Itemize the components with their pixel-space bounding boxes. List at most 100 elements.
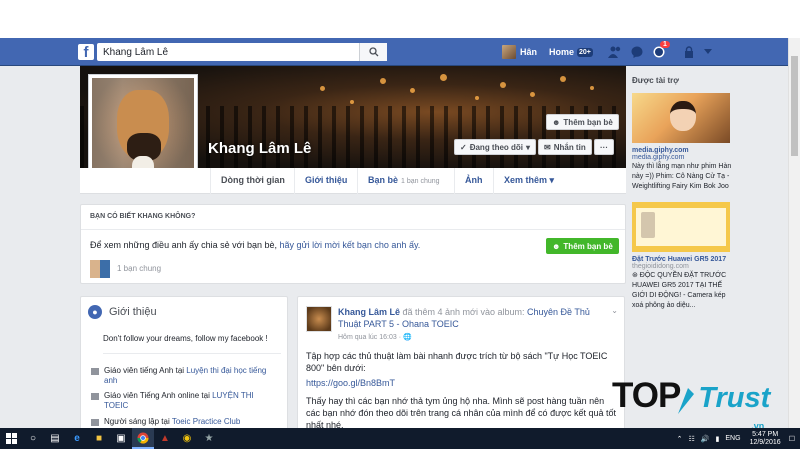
- add-friend-icon: ☻: [552, 117, 561, 127]
- arrow-logo-icon: [678, 388, 695, 414]
- volume-icon[interactable]: 🔊: [701, 435, 710, 443]
- intro-title: Giới thiệu: [109, 306, 157, 318]
- battery-icon[interactable]: ▮: [716, 435, 720, 443]
- browser-chrome: [0, 0, 800, 38]
- briefcase-icon: [91, 368, 99, 375]
- tab-about[interactable]: Giới thiệu: [294, 168, 357, 194]
- intro-work-item: Giáo viên tiếng Anh tại Luyện thi đại họ…: [91, 366, 271, 386]
- avatar: [502, 45, 516, 59]
- more-label: ···: [600, 142, 608, 152]
- nav-home-link[interactable]: Home 20+: [549, 44, 593, 60]
- page-scrollbar[interactable]: [788, 38, 800, 428]
- app-icon[interactable]: ◉: [176, 428, 198, 449]
- do-you-know-text: Để xem những điều anh ấy chia sẻ với bạn…: [90, 240, 421, 250]
- tab-timeline[interactable]: Dòng thời gian: [210, 168, 295, 194]
- more-options-button[interactable]: ···: [594, 139, 614, 155]
- search-input[interactable]: [97, 43, 359, 61]
- check-icon: ✓: [460, 142, 467, 152]
- windows-taskbar: ○ ▤ e ■ ▣ ▲ ◉ ★ ⌃ ☷ 🔊 ▮ ENG 5:47 PM 12/9…: [0, 428, 800, 449]
- intro-card: ● Giới thiệu Don't follow your dreams, f…: [80, 296, 288, 436]
- lock-icon: [685, 46, 693, 58]
- add-friend-button[interactable]: ☻ Thêm bạn bè: [546, 238, 619, 254]
- chrome-icon[interactable]: [132, 428, 154, 449]
- friend-requests-button[interactable]: [608, 44, 622, 60]
- app-icon[interactable]: ★: [198, 428, 220, 449]
- task-view-icon[interactable]: ▤: [44, 428, 66, 449]
- nav-user-name: Hân: [520, 47, 538, 57]
- briefcase-icon: [91, 393, 99, 400]
- nav-home-label: Home: [549, 47, 575, 57]
- edge-browser-icon[interactable]: e: [66, 428, 88, 449]
- post-author[interactable]: Khang Lâm Lê: [338, 307, 400, 317]
- post-body: Tập hợp các thủ thuật làm bài nhanh được…: [306, 351, 618, 430]
- intro-work-item: Giáo viên Tiếng Anh online tại LUYỆN THI…: [91, 391, 271, 411]
- nav-profile-link[interactable]: Hân: [502, 44, 537, 60]
- file-explorer-icon[interactable]: ■: [88, 428, 110, 449]
- intro-work-item: Người sáng lập tại Toeic Practice Club: [91, 417, 271, 427]
- network-icon[interactable]: ☷: [689, 435, 695, 443]
- public-globe-icon: 🌐: [402, 334, 412, 341]
- briefcase-icon: [91, 419, 99, 426]
- post-link[interactable]: https://goo.gl/Bn8BmT: [306, 377, 618, 389]
- add-friend-label: Thêm bạn bè: [563, 117, 613, 127]
- store-icon[interactable]: ▣: [110, 428, 132, 449]
- home-count-badge: 20+: [577, 47, 593, 57]
- tab-friends[interactable]: Bạn bè 1 bạn chung: [357, 168, 450, 194]
- add-friend-cover-button[interactable]: ☻ Thêm bạn bè: [546, 114, 619, 130]
- caret-down-icon: ▾: [526, 142, 531, 152]
- tab-more[interactable]: Xem thêm ▾: [493, 168, 564, 194]
- following-button[interactable]: ✓ Đang theo dõi ▾: [454, 139, 537, 155]
- search-button[interactable]: [359, 43, 387, 61]
- messages-button[interactable]: [631, 44, 643, 60]
- ad-domain[interactable]: media.giphy.com: [632, 154, 732, 161]
- messenger-icon: [631, 46, 643, 58]
- post-options-chevron-icon[interactable]: ⌄: [611, 306, 618, 315]
- account-menu-button[interactable]: [704, 44, 712, 60]
- profile-name[interactable]: Khang Lâm Lê: [208, 140, 311, 157]
- ad-description: Này thì lẵng mạn như phim Hàn này =)) Ph…: [632, 163, 732, 190]
- ad-image[interactable]: [632, 93, 730, 143]
- ad-title[interactable]: media.giphy.com: [632, 147, 732, 154]
- tray-chevron-icon[interactable]: ⌃: [677, 435, 683, 443]
- search-box: [97, 43, 387, 61]
- message-button[interactable]: ✉ Nhắn tin: [538, 139, 592, 155]
- profile-tabs: Dòng thời gian Giới thiệu Bạn bè 1 bạn ch…: [80, 168, 626, 194]
- do-you-know-card: BẠN CÓ BIẾT KHANG KHÔNG? Để xem những đi…: [80, 204, 626, 284]
- post-header: Khang Lâm Lê đã thêm 4 ảnh mới vào album…: [338, 307, 590, 329]
- search-icon: [368, 47, 378, 57]
- notifications-center-icon[interactable]: ☐: [789, 435, 795, 443]
- messenger-icon: ✉: [544, 142, 551, 152]
- privacy-shortcuts-button[interactable]: [684, 44, 694, 60]
- app-icon[interactable]: ▲: [154, 428, 176, 449]
- facebook-logo-icon[interactable]: f: [78, 44, 94, 61]
- caret-down-icon: ▾: [549, 175, 555, 185]
- toptrust-watermark: TOP Trust .vn: [612, 376, 771, 432]
- send-request-link[interactable]: hãy gửi lời mời kết bạn cho anh ấy.: [280, 240, 421, 250]
- search-icon[interactable]: ○: [22, 428, 44, 449]
- mutual-friends-count[interactable]: 1 bạn chung: [117, 264, 161, 273]
- mutual-friend-avatar[interactable]: [90, 260, 110, 278]
- ad-title[interactable]: Đặt Trước Huawei GR5 2017: [632, 256, 732, 263]
- message-label: Nhắn tin: [553, 142, 586, 152]
- caret-down-icon: [704, 49, 712, 54]
- post-timestamp[interactable]: Hôm qua lúc 16:03 · 🌐: [338, 333, 412, 341]
- windows-start-icon[interactable]: [0, 428, 22, 449]
- add-friend-icon: ☻: [552, 241, 561, 251]
- following-label: Đang theo dõi: [469, 142, 524, 152]
- ad-description: ⊛ ĐỘC QUYỀN ĐẶT TRƯỚC HUAWEI GR5 2017 TẠ…: [632, 272, 727, 309]
- ad-domain[interactable]: thegioididong.com: [632, 263, 732, 270]
- clock[interactable]: 5:47 PM 12/9/2016: [750, 431, 781, 447]
- timeline-post: Khang Lâm Lê đã thêm 4 ảnh mới vào album…: [297, 296, 625, 436]
- scrollbar-thumb[interactable]: [791, 56, 798, 156]
- sponsored-column: Được tài trợ media.giphy.com media.giphy…: [632, 76, 732, 311]
- language-indicator[interactable]: ENG: [725, 435, 740, 442]
- notifications-badge: 1: [660, 41, 670, 48]
- post-author-avatar[interactable]: [306, 306, 332, 332]
- notifications-button[interactable]: 1: [653, 41, 670, 60]
- sponsored-title: Được tài trợ: [632, 76, 679, 85]
- tab-photos[interactable]: Ảnh: [454, 168, 493, 194]
- intro-work-link[interactable]: Toeic Practice Club: [172, 417, 240, 426]
- friends-icon: [608, 46, 621, 58]
- intro-heading: ● Giới thiệu: [88, 305, 157, 319]
- ad-image[interactable]: [632, 202, 730, 252]
